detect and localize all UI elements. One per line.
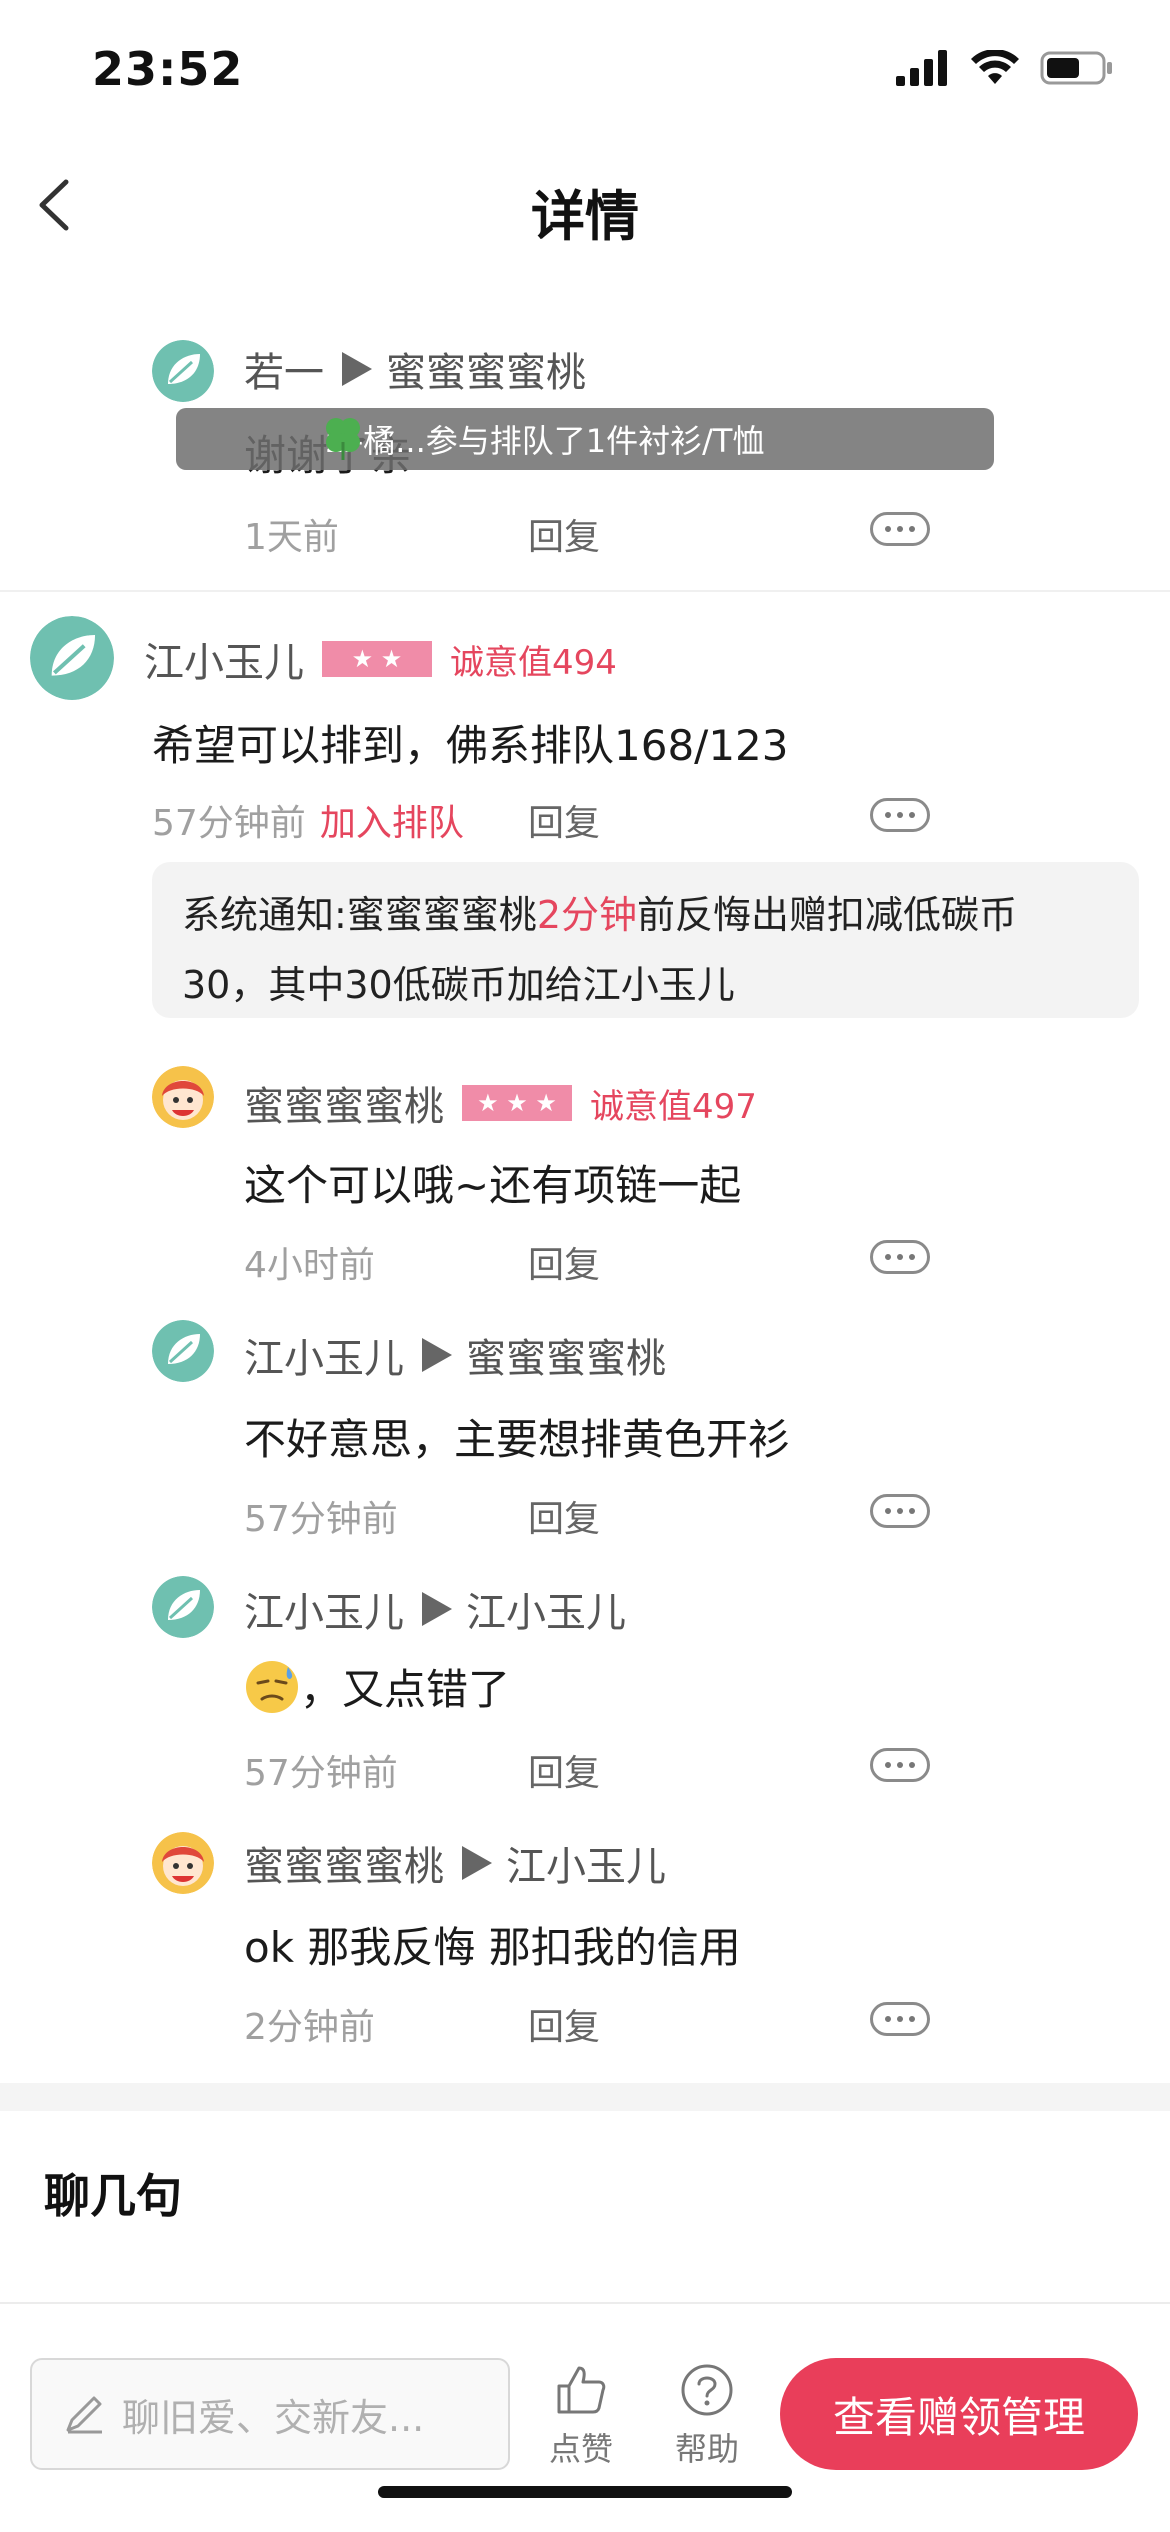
sweat-emoji-icon: [246, 1660, 298, 1713]
comment-content: ok 那我反悔 那扣我的信用: [244, 1923, 741, 1972]
status-icons: [896, 50, 1114, 86]
reply-arrow-icon: [342, 352, 372, 386]
reply-arrow-icon: [462, 1846, 492, 1880]
clover-icon: [326, 418, 360, 460]
notice-text: 前反悔出赠扣减低碳币: [637, 893, 1018, 937]
more-options-button[interactable]: [870, 512, 930, 546]
reply-target[interactable]: 江小玉儿: [506, 1834, 666, 1892]
avatar[interactable]: [152, 1832, 214, 1894]
more-options-button[interactable]: [870, 1494, 930, 1528]
signal-icon: [896, 50, 947, 86]
comment-time: 2分钟前: [244, 2007, 375, 2048]
cartoon-avatar-icon: [152, 1832, 214, 1894]
reply-target[interactable]: 蜜蜜蜜蜜桃: [386, 340, 586, 398]
level-badge: ★ ★: [322, 641, 432, 677]
leaf-avatar-icon: [152, 1320, 214, 1382]
comment-header: 江小玉儿 蜜蜜蜜蜜桃: [244, 1326, 666, 1384]
level-badge: ★ ★ ★: [462, 1085, 572, 1121]
reply-target[interactable]: 江小玉儿: [466, 1580, 626, 1638]
comment-content: 不好意思，主要想排黄色开衫: [244, 1415, 791, 1464]
section-divider: [0, 2083, 1170, 2111]
help-icon: [681, 2364, 733, 2416]
notice-highlight: 2分钟: [536, 893, 637, 937]
reply-button[interactable]: 回复: [528, 1490, 600, 1542]
sincerity-score: 诚意值497: [590, 1086, 757, 1127]
input-placeholder: 聊旧爱、交新友...: [122, 2395, 425, 2440]
bottom-bar-divider: [0, 2302, 1170, 2304]
avatar[interactable]: [152, 1320, 214, 1382]
username[interactable]: 江小玉儿: [144, 630, 304, 688]
more-options-button[interactable]: [870, 1748, 930, 1782]
join-queue-link[interactable]: 加入排队: [320, 794, 464, 846]
view-gift-management-button[interactable]: 查看赠领管理: [780, 2358, 1138, 2470]
toast-notification: zi-橘...参与排队了1件衬衫/T恤: [176, 408, 994, 470]
sincerity-score: 诚意值494: [450, 642, 617, 683]
wifi-icon: [971, 50, 1019, 84]
comment-header: 江小玉儿 江小玉儿: [244, 1580, 626, 1638]
more-options-button[interactable]: [870, 798, 930, 832]
comment-header: 蜜蜜蜜蜜桃 江小玉儿: [244, 1834, 666, 1892]
username[interactable]: 江小玉儿: [244, 1326, 404, 1384]
comment-input[interactable]: 聊旧爱、交新友...: [30, 2358, 510, 2470]
reply-button[interactable]: 回复: [528, 1998, 600, 2050]
more-options-button[interactable]: [870, 2002, 930, 2036]
comment-header: 江小玉儿 ★ ★ 诚意值494: [144, 630, 617, 688]
home-indicator[interactable]: [378, 2486, 792, 2498]
comment-time: 57分钟前: [152, 803, 306, 844]
help-button[interactable]: 帮助: [662, 2362, 752, 2470]
avatar[interactable]: [152, 1066, 214, 1128]
reply-button[interactable]: 回复: [528, 794, 600, 846]
notice-text: 系统通知:蜜蜜蜜蜜桃: [182, 893, 537, 937]
reply-arrow-icon: [422, 1592, 452, 1626]
avatar[interactable]: [152, 340, 214, 402]
leaf-avatar-icon: [30, 616, 114, 700]
reply-target[interactable]: 蜜蜜蜜蜜桃: [466, 1326, 666, 1384]
reply-arrow-icon: [422, 1338, 452, 1372]
avatar[interactable]: [30, 616, 114, 700]
username[interactable]: 江小玉儿: [244, 1580, 404, 1638]
leaf-avatar-icon: [152, 1576, 214, 1638]
reply-button[interactable]: 回复: [528, 1744, 600, 1796]
comment-time: 57分钟前: [244, 1499, 398, 1540]
cartoon-avatar-icon: [152, 1066, 214, 1128]
like-label: 点赞: [548, 2430, 613, 2468]
comment-content: 希望可以排到，佛系排队168/123: [152, 721, 789, 770]
system-notice: 系统通知:蜜蜜蜜蜜桃2分钟前反悔出赠扣减低碳币 30，其中30低碳币加给江小玉儿: [152, 862, 1139, 1018]
pencil-icon: [66, 2396, 102, 2434]
notice-text: 30，其中30低碳币加给江小玉儿: [182, 963, 735, 1007]
username[interactable]: 蜜蜜蜜蜜桃: [244, 1834, 444, 1892]
comment-meta: 57分钟前 加入排队: [152, 794, 464, 846]
comment-content: 这个可以哦~还有项链一起: [244, 1161, 742, 1210]
more-options-button[interactable]: [870, 1240, 930, 1274]
reply-button[interactable]: 回复: [528, 508, 600, 560]
reply-button[interactable]: 回复: [528, 1236, 600, 1288]
status-time: 23:52: [92, 42, 244, 96]
comment-time: 1天前: [244, 517, 339, 558]
help-label: 帮助: [674, 2430, 739, 2468]
page-title: 详情: [531, 185, 639, 248]
toast-text: zi-橘...参与排队了1件衬衫/T恤: [326, 422, 765, 460]
comment-time: 57分钟前: [244, 1753, 398, 1794]
battery-icon: [1040, 51, 1112, 85]
divider: [0, 590, 1170, 592]
like-button[interactable]: 点赞: [536, 2362, 626, 2470]
comment-content: ，又点错了: [300, 1665, 511, 1714]
comment-header: 若一 蜜蜜蜜蜜桃: [244, 340, 586, 398]
comment-time: 4小时前: [244, 1245, 375, 1286]
comment-header: 蜜蜜蜜蜜桃 ★ ★ ★ 诚意值497: [244, 1074, 757, 1132]
username[interactable]: 若一: [244, 340, 324, 398]
username[interactable]: 蜜蜜蜜蜜桃: [244, 1074, 444, 1132]
leaf-avatar-icon: [152, 340, 214, 402]
thumbs-up-icon: [557, 2366, 606, 2414]
comment-content-row: ，又点错了: [244, 1656, 510, 1717]
avatar[interactable]: [152, 1576, 214, 1638]
chat-section-title: 聊几句: [44, 2169, 182, 2223]
